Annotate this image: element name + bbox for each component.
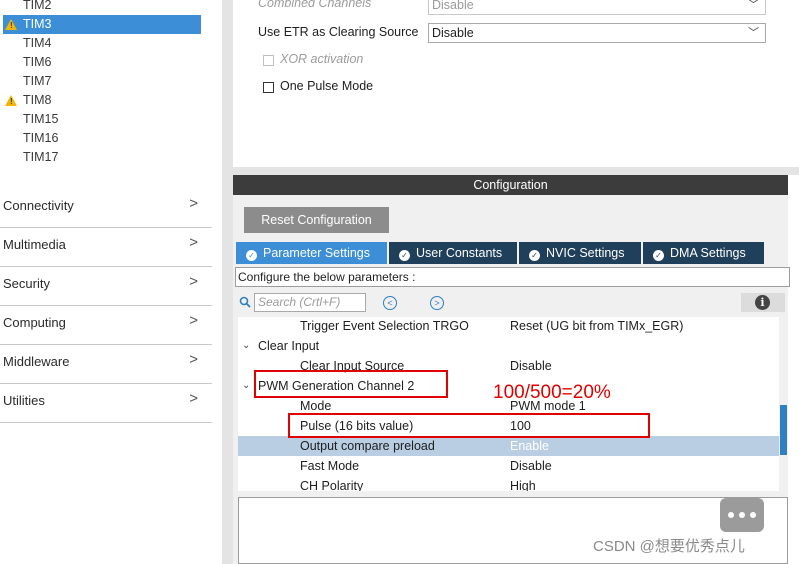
scrollbar-thumb[interactable]	[780, 405, 787, 455]
tab-user-constants[interactable]: ✓ User Constants	[389, 242, 517, 264]
search-input[interactable]: Search (Crtl+F)	[254, 293, 366, 312]
collapse-icon[interactable]: ⌄	[242, 336, 250, 356]
tab-label: User Constants	[416, 246, 503, 260]
chevron-right-icon: >	[189, 234, 198, 251]
combined-channels-select[interactable]: Disable ﹀	[428, 0, 766, 15]
chevron-right-icon: >	[189, 390, 198, 407]
timer-item-tim2[interactable]: TIM2	[23, 0, 51, 15]
chevron-right-icon: >	[189, 312, 198, 329]
param-value[interactable]: Reset (UG bit from TIMx_EGR)	[510, 317, 683, 336]
previous-match-icon[interactable]: <	[383, 296, 397, 310]
category-security[interactable]: Security >	[0, 267, 212, 306]
param-row[interactable]: Fast Mode Disable	[238, 456, 779, 476]
param-row[interactable]: Output compare preload Enable	[238, 436, 779, 456]
tab-label: NVIC Settings	[546, 246, 625, 260]
param-value[interactable]: Disable	[510, 456, 552, 476]
timer-item-tim4[interactable]: TIM4	[23, 34, 51, 53]
pwm-channel-highlight	[254, 370, 448, 398]
param-key: Output compare preload	[300, 439, 435, 453]
info-icon: i	[755, 295, 770, 310]
param-key: Trigger Event Selection TRGO	[300, 319, 469, 333]
category-label: Connectivity	[3, 198, 74, 213]
etr-label: Use ETR as Clearing Source	[258, 25, 419, 39]
category-label: Utilities	[3, 393, 45, 408]
param-value[interactable]: Disable	[510, 356, 552, 376]
next-match-icon[interactable]: >	[430, 296, 444, 310]
configuration-header: Configuration	[233, 175, 788, 195]
one-pulse-checkbox[interactable]	[263, 82, 274, 93]
check-circle-icon: ✓	[399, 250, 410, 261]
warning-glyph: !	[10, 21, 13, 30]
category-utilities[interactable]: Utilities >	[0, 384, 212, 423]
etr-select[interactable]: Disable ﹀	[428, 23, 766, 43]
category-computing[interactable]: Computing >	[0, 306, 212, 345]
timer-item-tim8[interactable]: TIM8	[23, 91, 51, 110]
param-group[interactable]: ⌄ Clear Input	[238, 336, 779, 356]
tab-nvic-settings[interactable]: ✓ NVIC Settings	[519, 242, 641, 264]
watermark: CSDN @想要优秀点儿	[593, 538, 745, 555]
param-key: CH Polarity	[300, 479, 364, 491]
warning-glyph: !	[10, 97, 13, 106]
param-key: Fast Mode	[300, 459, 360, 473]
mode-panel: Combined Channels Disable ﹀ Use ETR as C…	[233, 0, 799, 167]
parameter-tree: Trigger Event Selection TRGO Reset (UG bi…	[238, 317, 779, 491]
timer-item-tim17[interactable]: TIM17	[23, 148, 58, 167]
category-middleware[interactable]: Middleware >	[0, 345, 212, 384]
timer-item-tim6[interactable]: TIM6	[23, 53, 51, 72]
tab-parameter-settings[interactable]: ✓ Parameter Settings	[236, 242, 387, 264]
chevron-right-icon: >	[189, 273, 198, 290]
param-value[interactable]: Enable	[510, 436, 549, 456]
combined-channels-value: Disable	[432, 0, 474, 12]
info-button[interactable]: i	[741, 293, 785, 312]
combined-channels-label: Combined Channels	[258, 0, 372, 10]
category-multimedia[interactable]: Multimedia >	[0, 228, 212, 267]
etr-value: Disable	[432, 26, 474, 40]
warning-icon: !	[5, 19, 17, 30]
timer-item-tim15[interactable]: TIM15	[23, 110, 58, 129]
scrollbar[interactable]	[779, 317, 788, 491]
configure-instructions: Configure the below parameters :	[235, 267, 790, 287]
left-sidebar: TIM2 TIM3! TIM4 TIM6 TIM7 TIM8! TIM15 TIM16 TIM1…	[0, 0, 222, 564]
collapse-icon[interactable]: ⌄	[242, 376, 250, 396]
chevron-right-icon: >	[189, 351, 198, 368]
chat-bubble-icon	[720, 498, 764, 532]
param-value[interactable]: High	[510, 476, 536, 491]
warning-icon: !	[5, 95, 17, 106]
duty-cycle-annotation: 100/500=20%	[493, 382, 611, 403]
xor-checkbox[interactable]	[263, 55, 274, 66]
tab-dma-settings[interactable]: ✓ DMA Settings	[643, 242, 764, 264]
timer-item-tim7[interactable]: TIM7	[23, 72, 51, 91]
param-group-label: Clear Input	[258, 339, 320, 353]
xor-label: XOR activation	[280, 52, 364, 66]
category-label: Security	[3, 276, 50, 291]
check-circle-icon: ✓	[653, 250, 664, 261]
tab-label: Parameter Settings	[263, 246, 370, 260]
search-icon	[239, 296, 251, 308]
reset-configuration-button[interactable]: Reset Configuration	[244, 207, 389, 233]
chevron-down-icon: ﹀	[748, 27, 759, 39]
check-circle-icon: ✓	[529, 250, 540, 261]
chevron-right-icon: >	[189, 195, 198, 212]
panel-divider[interactable]	[222, 0, 233, 564]
category-connectivity[interactable]: Connectivity >	[0, 189, 212, 228]
category-label: Multimedia	[3, 237, 66, 252]
timer-item-tim16[interactable]: TIM16	[23, 129, 58, 148]
category-label: Computing	[3, 315, 66, 330]
pulse-value-highlight	[288, 413, 650, 438]
timer-item-tim3[interactable]: TIM3	[3, 15, 201, 34]
panel-splitter[interactable]	[233, 167, 799, 175]
one-pulse-label: One Pulse Mode	[280, 79, 374, 93]
tab-label: DMA Settings	[670, 246, 746, 260]
param-row[interactable]: CH Polarity High	[238, 476, 779, 491]
param-row[interactable]: Trigger Event Selection TRGO Reset (UG bi…	[238, 317, 779, 336]
category-label: Middleware	[3, 354, 70, 369]
check-circle-icon: ✓	[246, 250, 257, 261]
chevron-down-icon: ﹀	[748, 0, 759, 11]
